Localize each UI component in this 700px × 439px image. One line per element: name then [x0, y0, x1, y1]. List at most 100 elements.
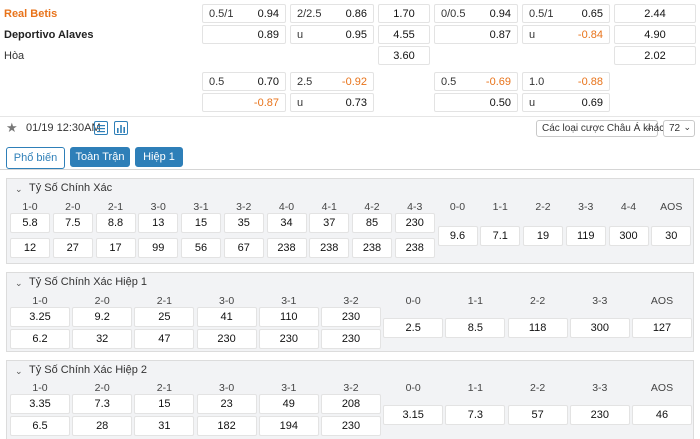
odds-cell[interactable]: 0.89 [202, 25, 286, 44]
score-odds-cell[interactable]: 3.15 [383, 405, 444, 425]
score-odds-cell[interactable]: 99 [138, 238, 179, 258]
tab-first-half[interactable]: Hiệp 1 [135, 147, 183, 167]
odds-cell[interactable]: 3.60 [378, 46, 430, 65]
score-odds-cell[interactable]: 230 [569, 405, 630, 425]
odds-cell[interactable]: -0.87 [202, 93, 286, 112]
stats-list-icon[interactable] [94, 121, 108, 135]
score-odds-cell[interactable]: 3.35 [10, 394, 70, 414]
odds-cell[interactable]: 0.5/1 0.65 [522, 4, 610, 23]
score-odds-cell[interactable]: 230 [321, 416, 381, 436]
score-odds-cell[interactable]: 230 [321, 329, 381, 349]
star-icon[interactable]: ★ [6, 120, 18, 136]
collapse-chevron-icon[interactable]: ⌄ [15, 278, 23, 289]
score-odds-cell[interactable]: 194 [258, 416, 319, 436]
score-odds-cell[interactable]: 46 [632, 405, 692, 425]
score-odds-cell[interactable]: 67 [223, 238, 264, 258]
score-odds-cell[interactable]: 238 [266, 238, 307, 258]
score-odds-cell[interactable]: 13 [138, 213, 179, 233]
odds-cell[interactable]: 2.02 [614, 46, 696, 65]
score-odds-cell[interactable]: 238 [394, 238, 435, 258]
odds-cell[interactable]: 0.87 [434, 25, 518, 44]
score-odds-cell[interactable]: 6.5 [10, 416, 70, 436]
score-odds-cell[interactable]: 41 [196, 307, 257, 327]
score-odds-cell[interactable]: 3.25 [10, 307, 70, 327]
score-odds-cell[interactable]: 12 [10, 238, 50, 258]
odds-cell[interactable]: u 0.73 [290, 93, 374, 112]
odds-cell[interactable]: 0.5/1 0.94 [202, 4, 286, 23]
score-odds-cell[interactable]: 7.1 [480, 226, 521, 246]
score-odds-cell[interactable]: 15 [134, 394, 195, 414]
score-odds-cell[interactable]: 2.5 [383, 318, 444, 338]
score-odds-cell[interactable]: 127 [632, 318, 692, 338]
score-odds-cell[interactable]: 28 [72, 416, 133, 436]
score-header: AOS [660, 201, 683, 213]
score-odds-cell[interactable]: 47 [134, 329, 195, 349]
odds-cell[interactable]: 1.0 -0.88 [522, 72, 610, 91]
score-odds-cell[interactable]: 23 [196, 394, 257, 414]
score-odds-cell[interactable]: 19 [523, 226, 563, 246]
score-odds-cell[interactable]: 17 [95, 238, 136, 258]
score-odds-cell[interactable]: 9.6 [437, 226, 478, 246]
odds-cell[interactable]: 0.5 0.70 [202, 72, 286, 91]
score-odds-cell[interactable]: 8.5 [445, 318, 506, 338]
score-odds-cell[interactable]: 30 [651, 226, 692, 246]
score-odds-cell[interactable]: 49 [258, 394, 319, 414]
home-team-name[interactable]: Real Betis [4, 8, 57, 20]
score-odds-cell[interactable]: 85 [352, 213, 392, 233]
score-odds-cell[interactable]: 37 [309, 213, 350, 233]
odds-cell[interactable]: 1.70 [378, 4, 430, 23]
score-odds-cell[interactable]: 25 [134, 307, 195, 327]
score-odds-cell[interactable]: 182 [196, 416, 257, 436]
score-odds-cell[interactable]: 34 [266, 213, 307, 233]
odds-cell[interactable]: 0/0.5 0.94 [434, 4, 518, 23]
score-header: 1-1 [467, 382, 483, 394]
score-odds-cell[interactable]: 238 [352, 238, 392, 258]
away-team-name[interactable]: Deportivo Alaves [4, 29, 93, 41]
odds-cell[interactable]: 2.44 [614, 4, 696, 23]
score-header: 0-0 [405, 382, 421, 394]
score-odds-cell[interactable]: 8.8 [95, 213, 136, 233]
odds-cell[interactable]: u -0.84 [522, 25, 610, 44]
score-odds-cell[interactable]: 9.2 [72, 307, 133, 327]
market-type-select[interactable]: Các loại cược Châu Á khác ⌄ [536, 120, 664, 137]
tab-full-match[interactable]: Toàn Trận [70, 147, 130, 167]
score-odds-cell[interactable]: 7.3 [72, 394, 133, 414]
score-odds-cell[interactable]: 27 [52, 238, 93, 258]
panel-title: ⌄ Tỷ Số Chính Xác Hiệp 1 [15, 276, 148, 289]
odds-cell[interactable]: 2.5 -0.92 [290, 72, 374, 91]
score-odds-cell[interactable]: 35 [223, 213, 264, 233]
bar-chart-icon[interactable] [114, 121, 128, 135]
odds-cell[interactable]: u 0.69 [522, 93, 610, 112]
collapse-chevron-icon[interactable]: ⌄ [15, 184, 23, 195]
score-odds-cell[interactable]: 230 [196, 329, 257, 349]
collapse-chevron-icon[interactable]: ⌄ [15, 366, 23, 377]
odds-cell[interactable]: 0.50 [434, 93, 518, 112]
score-odds-cell[interactable]: 7.3 [445, 405, 506, 425]
odds-value: -0.84 [577, 29, 603, 41]
score-odds-cell[interactable]: 56 [181, 238, 221, 258]
score-odds-cell[interactable]: 238 [309, 238, 350, 258]
score-odds-cell[interactable]: 230 [394, 213, 435, 233]
odds-cell[interactable]: 2/2.5 0.86 [290, 4, 374, 23]
score-odds-cell[interactable]: 300 [608, 226, 649, 246]
score-odds-cell[interactable]: 57 [507, 405, 568, 425]
score-odds-cell[interactable]: 7.5 [52, 213, 93, 233]
tab-popular[interactable]: Phổ biến [6, 147, 65, 169]
odds-cell[interactable]: 0.5 -0.69 [434, 72, 518, 91]
odds-cell[interactable]: u 0.95 [290, 25, 374, 44]
score-odds-cell[interactable]: 110 [258, 307, 319, 327]
odds-cell[interactable]: 4.55 [378, 25, 430, 44]
score-odds-cell[interactable]: 230 [258, 329, 319, 349]
score-odds-cell[interactable]: 32 [72, 329, 133, 349]
score-odds-cell[interactable]: 119 [565, 226, 606, 246]
score-odds-cell[interactable]: 15 [181, 213, 221, 233]
score-odds-cell[interactable]: 230 [321, 307, 381, 327]
score-odds-cell[interactable]: 5.8 [10, 213, 50, 233]
score-odds-cell[interactable]: 118 [507, 318, 568, 338]
score-odds-cell[interactable]: 6.2 [10, 329, 70, 349]
score-odds-cell[interactable]: 31 [134, 416, 195, 436]
odds-cell[interactable]: 4.90 [614, 25, 696, 44]
score-odds-cell[interactable]: 208 [321, 394, 381, 414]
market-count-select[interactable]: 72 ⌄ [663, 120, 695, 137]
score-odds-cell[interactable]: 300 [569, 318, 630, 338]
